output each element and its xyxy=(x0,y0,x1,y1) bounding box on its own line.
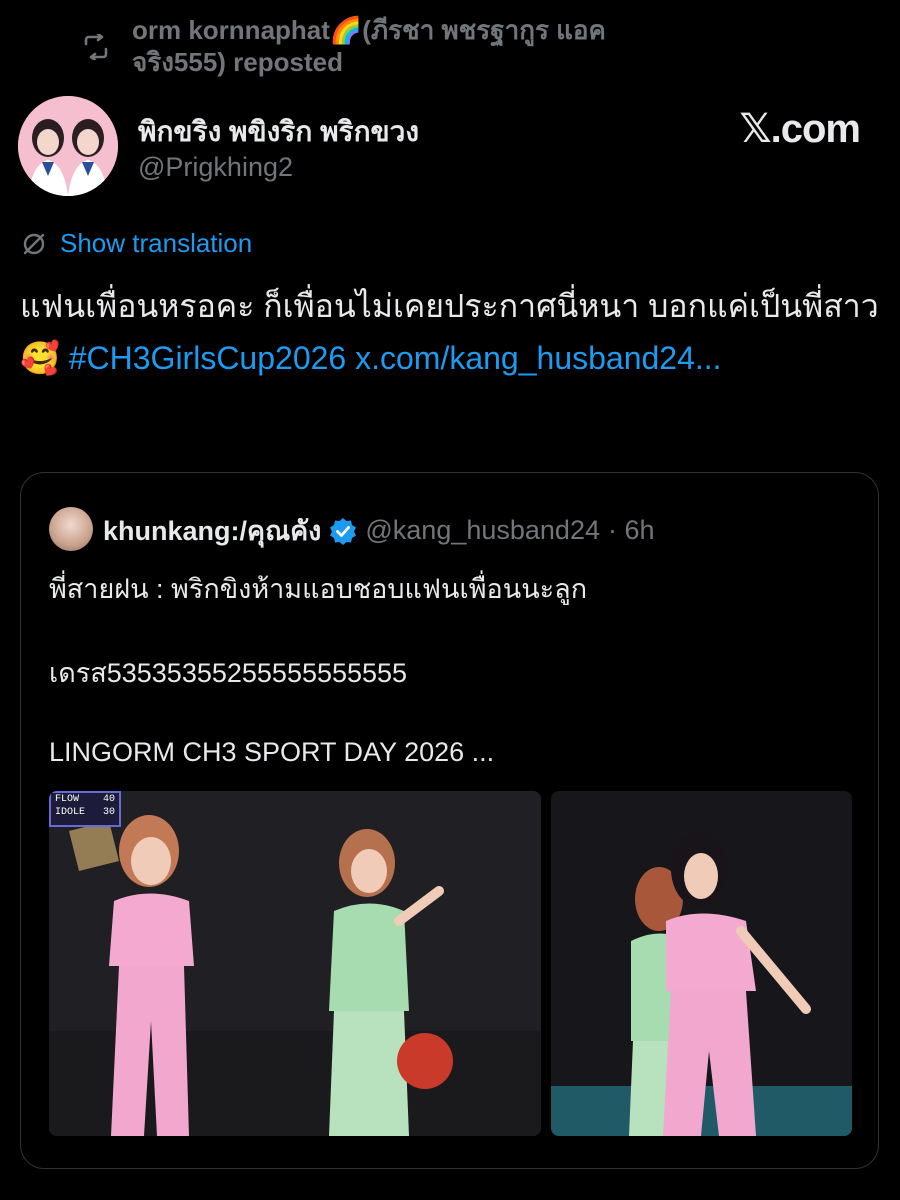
author-avatar[interactable] xyxy=(18,96,118,196)
show-translation-link[interactable]: Show translation xyxy=(60,228,252,259)
photo-1-image xyxy=(49,791,541,1136)
quoted-text-line-1: พี่สายฝน : พริกขิงห้ามแอบชอบแฟนเพื่อนนะล… xyxy=(49,574,588,604)
url-link[interactable]: x.com/kang_husband24... xyxy=(355,340,721,376)
quoted-text-line-2: เดรส53535355255555555555 xyxy=(49,658,408,688)
author-name[interactable]: พิกขริง พขิงริก พริกขวง xyxy=(138,110,419,154)
quoted-text-line-3: LINGORM CH3 SPORT DAY 2026 ... xyxy=(49,737,495,767)
quoted-photo-2[interactable] xyxy=(551,791,852,1136)
show-translation[interactable]: Show translation xyxy=(20,228,252,259)
avatar-image xyxy=(18,96,118,196)
quoted-photo-1[interactable]: FLOW 40 IDOLE 30 xyxy=(49,791,541,1136)
repost-indicator[interactable]: orm kornnaphat🌈(ภีรชา พชรฐากูร แอค จริง5… xyxy=(84,14,688,78)
quoted-author-handle[interactable]: @kang_husband24 xyxy=(365,515,600,546)
quoted-timestamp[interactable]: · 6h xyxy=(608,515,655,546)
hashtag-link[interactable]: #CH3GirlsCup2026 xyxy=(69,340,346,376)
translate-icon xyxy=(23,233,45,254)
author-handle[interactable]: @Prigkhing2 xyxy=(138,152,293,183)
scoreboard: FLOW 40 IDOLE 30 xyxy=(49,791,121,827)
quoted-tweet[interactable]: khunkang:/คุณคัง @kang_husband24 · 6h พี… xyxy=(20,472,879,1169)
photo-2-image xyxy=(551,791,852,1136)
repost-icon xyxy=(84,34,108,60)
site-brand: 𝕏.com xyxy=(739,107,861,151)
quoted-author-name[interactable]: khunkang:/คุณคัง xyxy=(103,509,321,552)
repost-label: orm kornnaphat🌈(ภีรชา พชรฐากูร แอค จริง5… xyxy=(132,15,606,77)
verified-badge-icon xyxy=(330,517,357,545)
quoted-author-avatar[interactable] xyxy=(49,507,93,551)
tweet-body: แฟนเพื่อนหรอคะ ก็เพื่อนไม่เคยประกาศนี่หน… xyxy=(20,280,880,384)
quoted-header: khunkang:/คุณคัง @kang_husband24 · 6h xyxy=(103,509,655,552)
